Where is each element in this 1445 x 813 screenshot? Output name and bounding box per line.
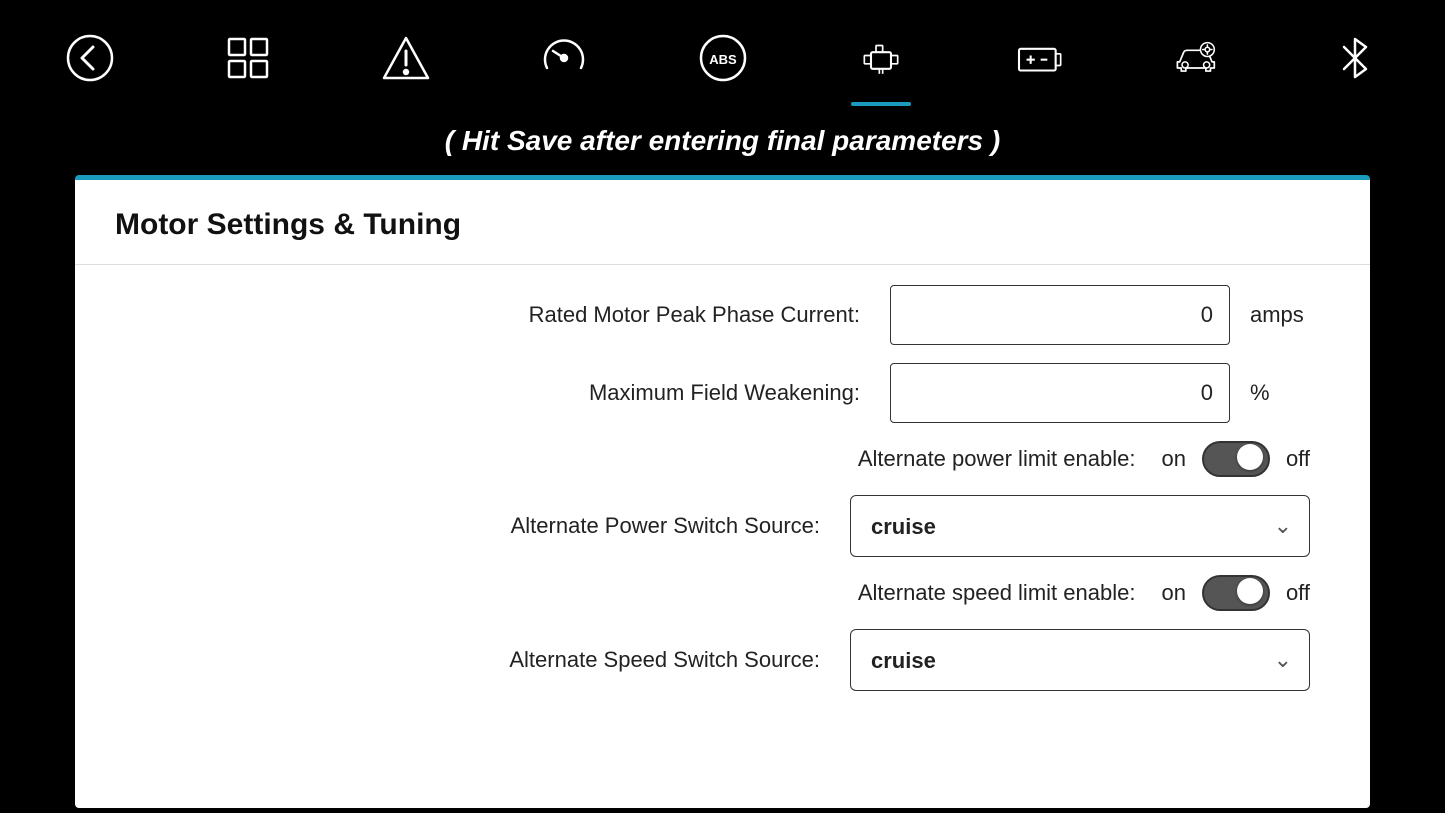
card-title: Motor Settings & Tuning <box>75 180 1370 265</box>
alternate-power-limit-enable-row: Alternate power limit enable: on off <box>135 441 1310 477</box>
gauge-icon[interactable] <box>534 28 594 88</box>
alternate-speed-limit-on-label: on <box>1161 580 1185 606</box>
engine-icon[interactable] <box>851 28 911 88</box>
car-settings-icon[interactable] <box>1167 28 1227 88</box>
svg-text:ABS: ABS <box>709 52 737 67</box>
rated-motor-peak-phase-current-row: Rated Motor Peak Phase Current: amps <box>135 285 1310 345</box>
maximum-field-weakening-unit: % <box>1250 380 1310 406</box>
alternate-power-limit-enable-label: Alternate power limit enable: <box>858 446 1136 472</box>
battery-icon[interactable] <box>1009 28 1069 88</box>
alternate-speed-limit-enable-row: Alternate speed limit enable: on off <box>135 575 1310 611</box>
back-icon[interactable] <box>60 28 120 88</box>
alternate-power-switch-source-row: Alternate Power Switch Source: cruise th… <box>135 495 1310 557</box>
main-card: Motor Settings & Tuning Rated Motor Peak… <box>75 175 1370 808</box>
rated-motor-peak-phase-current-unit: amps <box>1250 302 1310 328</box>
maximum-field-weakening-label: Maximum Field Weakening: <box>589 380 860 406</box>
toggle-thumb-speed <box>1237 578 1263 604</box>
alternate-speed-switch-source-label: Alternate Speed Switch Source: <box>509 647 820 673</box>
abs-icon[interactable]: ABS <box>693 28 753 88</box>
subtitle: ( Hit Save after entering final paramete… <box>0 115 1445 175</box>
alternate-power-switch-source-select[interactable]: cruise throttle brake reverse <box>850 495 1310 557</box>
rated-motor-peak-phase-current-label: Rated Motor Peak Phase Current: <box>529 302 860 328</box>
alternate-power-limit-on-label: on <box>1161 446 1185 472</box>
alternate-power-limit-toggle[interactable] <box>1202 441 1270 477</box>
alternate-speed-limit-enable-label: Alternate speed limit enable: <box>858 580 1136 606</box>
alternate-power-switch-source-label: Alternate Power Switch Source: <box>511 513 820 539</box>
alternate-speed-limit-toggle[interactable] <box>1202 575 1270 611</box>
top-nav: ABS <box>0 0 1445 115</box>
alternate-power-switch-source-wrapper: cruise throttle brake reverse ⌄ <box>850 495 1310 557</box>
alternate-speed-limit-off-label: off <box>1286 580 1310 606</box>
alternate-power-limit-off-label: off <box>1286 446 1310 472</box>
menu-icon[interactable] <box>218 28 278 88</box>
maximum-field-weakening-input[interactable] <box>890 363 1230 423</box>
settings-form: Rated Motor Peak Phase Current: amps Max… <box>75 265 1370 729</box>
alternate-speed-switch-source-select[interactable]: cruise throttle brake reverse <box>850 629 1310 691</box>
maximum-field-weakening-row: Maximum Field Weakening: % <box>135 363 1310 423</box>
bluetooth-icon[interactable] <box>1325 28 1385 88</box>
alternate-speed-switch-source-row: Alternate Speed Switch Source: cruise th… <box>135 629 1310 691</box>
toggle-thumb <box>1237 444 1263 470</box>
rated-motor-peak-phase-current-input[interactable] <box>890 285 1230 345</box>
alternate-speed-switch-source-wrapper: cruise throttle brake reverse ⌄ <box>850 629 1310 691</box>
warning-icon[interactable] <box>376 28 436 88</box>
